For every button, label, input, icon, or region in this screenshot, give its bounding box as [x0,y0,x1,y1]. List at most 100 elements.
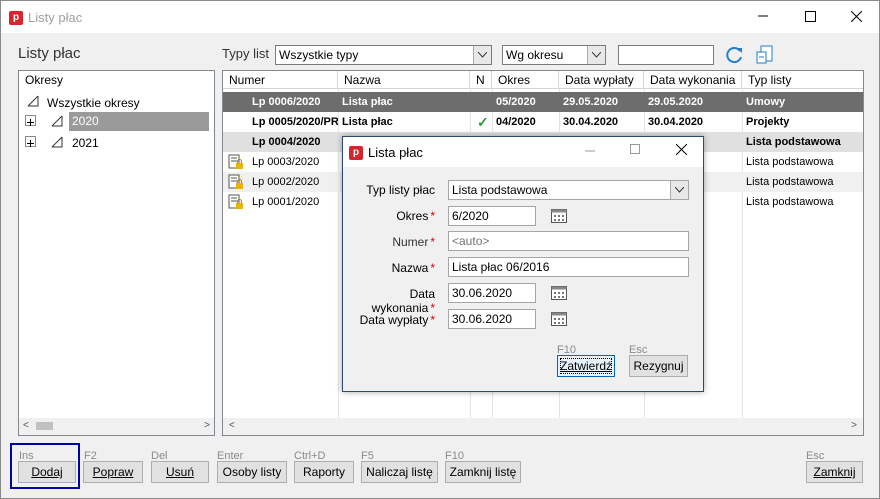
locked-document-icon [228,174,244,190]
execution-date-field[interactable]: 30.06.2020 [448,283,536,303]
close-window-button[interactable]: Zamknij [806,461,863,483]
col-header-okres[interactable]: Okres [492,71,559,89]
number-field[interactable] [448,231,689,251]
checkmark-icon: ✓ [477,114,489,130]
minimize-button[interactable] [585,143,595,159]
page-heading: Listy płac [18,45,81,62]
edit-button[interactable]: Popraw [83,461,143,483]
close-icon [850,10,862,22]
period-combo[interactable]: Wg okresu [502,45,606,65]
close-icon[interactable] [675,143,688,156]
cell-numer: Lp 0005/2020/PR [252,116,338,128]
period-field[interactable]: 6/2020 [448,206,536,226]
payment-date-field[interactable]: 30.06.2020 [448,309,536,329]
cell-typ-listy: Lista podstawowa [746,196,834,208]
close-button[interactable] [833,1,879,31]
cell-typ-listy: Lista podstawowa [746,176,834,188]
collapse-triangle-icon[interactable] [27,95,41,109]
label-name: Nazwa * [391,261,435,275]
expand-plus-icon[interactable] [25,136,36,147]
list-people-button[interactable]: Osoby listy [217,461,287,483]
cell-okres: 05/2020 [496,96,536,108]
periods-tree: Okresy Wszystkie okresy 2020 2021 < > [18,70,215,436]
cell-data-wyplaty: 29.05.2020 [563,96,619,108]
col-header-typ-listy[interactable]: Typ listy [742,71,863,89]
dialog-title-bar: p Lista płac [343,137,703,167]
cell-typ-listy: Lista podstawowa [746,136,841,148]
window-title: Listy płac [28,10,83,25]
collapse-triangle-icon[interactable] [51,115,65,129]
col-header-nazwa[interactable]: Nazwa [338,71,470,89]
chevron-down-icon[interactable] [473,46,491,64]
chevron-down-icon[interactable] [670,181,688,199]
cancel-button[interactable]: Rezygnuj [629,355,688,377]
cell-numer: Lp 0003/2020 [252,156,320,168]
cell-nazwa: Lista płac [342,116,393,128]
cell-data-wykonania: 30.04.2020 [648,116,704,128]
cell-typ-listy: Umowy [746,96,786,108]
locked-document-icon [228,154,244,170]
locked-document-icon [228,194,244,210]
table-row[interactable]: Lp 0005/2020/PR Lista płac ✓ 04/2020 30.… [223,112,863,132]
confirm-button[interactable]: Zatwierdź [557,355,615,377]
table-scrollbar[interactable]: < > [223,418,863,435]
collapse-triangle-icon[interactable] [51,136,65,150]
scroll-left-icon[interactable]: < [229,420,235,431]
expand-plus-icon[interactable] [25,115,36,126]
label-number: Numer * [392,235,435,249]
scroll-right-icon[interactable]: > [204,420,210,431]
tree-item-2020[interactable]: 2020 [69,112,209,131]
chevron-down-icon[interactable] [587,46,605,64]
label-execution-date: Data wykonania * [371,287,435,315]
minimize-button[interactable] [740,1,786,31]
label-payroll-type: Typ listy płac [366,183,435,197]
main-window: p Listy płac Listy płac Typy list Wszyst… [0,0,880,499]
app-logo-icon: p [349,146,363,160]
label-period: Okres * [396,209,435,223]
types-combo-value: Wszystkie typy [279,48,359,62]
cell-numer: Lp 0004/2020 [252,136,321,148]
col-header-n[interactable]: N [470,71,492,89]
maximize-button[interactable] [630,144,641,155]
cell-data-wyplaty: 30.04.2020 [563,116,619,128]
calculate-list-button[interactable]: Naliczaj listę [361,461,438,483]
tree-scrollbar[interactable]: < > [19,418,214,435]
calendar-icon[interactable] [551,311,567,326]
name-field[interactable]: Lista płac 06/2016 [448,257,689,277]
app-logo-icon: p [9,11,23,25]
col-header-data-wykonania[interactable]: Data wykonania [644,71,742,89]
cell-numer: Lp 0002/2020 [252,176,320,188]
tree-item-2021[interactable]: 2021 [72,136,99,150]
delete-button[interactable]: Usuń [151,461,209,483]
search-input[interactable] [618,45,714,65]
maximize-icon [804,10,816,22]
scroll-thumb[interactable] [36,422,53,430]
col-header-numer[interactable]: Numer [223,71,338,89]
scroll-right-icon[interactable]: > [851,420,857,431]
table-row[interactable]: Lp 0006/2020 Lista płac 05/2020 29.05.20… [223,92,863,112]
maximize-button[interactable] [787,1,833,31]
refresh-icon[interactable] [725,45,745,65]
add-button[interactable]: Dodaj [18,461,76,483]
export-icon[interactable] [756,45,774,65]
cell-numer: Lp 0006/2020 [252,96,321,108]
payroll-dialog: p Lista płac Typ listy płac Lista podsta… [342,136,704,392]
calendar-icon[interactable] [551,285,567,300]
minimize-icon [758,15,768,17]
cell-numer: Lp 0001/2020 [252,196,320,208]
reports-button[interactable]: Raporty [294,461,354,483]
tree-item-all-periods[interactable]: Wszystkie okresy [47,96,140,110]
calendar-icon[interactable] [551,208,567,223]
title-bar: p Listy płac [1,1,879,33]
cell-typ-listy: Projekty [746,116,790,128]
period-combo-value: Wg okresu [506,48,564,62]
payroll-type-combo[interactable]: Lista podstawowa [448,180,689,200]
scroll-left-icon[interactable]: < [23,420,29,431]
cell-okres: 04/2020 [496,116,536,128]
payroll-type-value: Lista podstawowa [452,183,548,197]
cell-nazwa: Lista płac [342,96,393,108]
col-header-data-wyplaty[interactable]: Data wypłaty [559,71,644,89]
types-combo[interactable]: Wszystkie typy [275,45,492,65]
tree-header: Okresy [25,73,64,87]
close-list-button[interactable]: Zamknij listę [445,461,521,483]
